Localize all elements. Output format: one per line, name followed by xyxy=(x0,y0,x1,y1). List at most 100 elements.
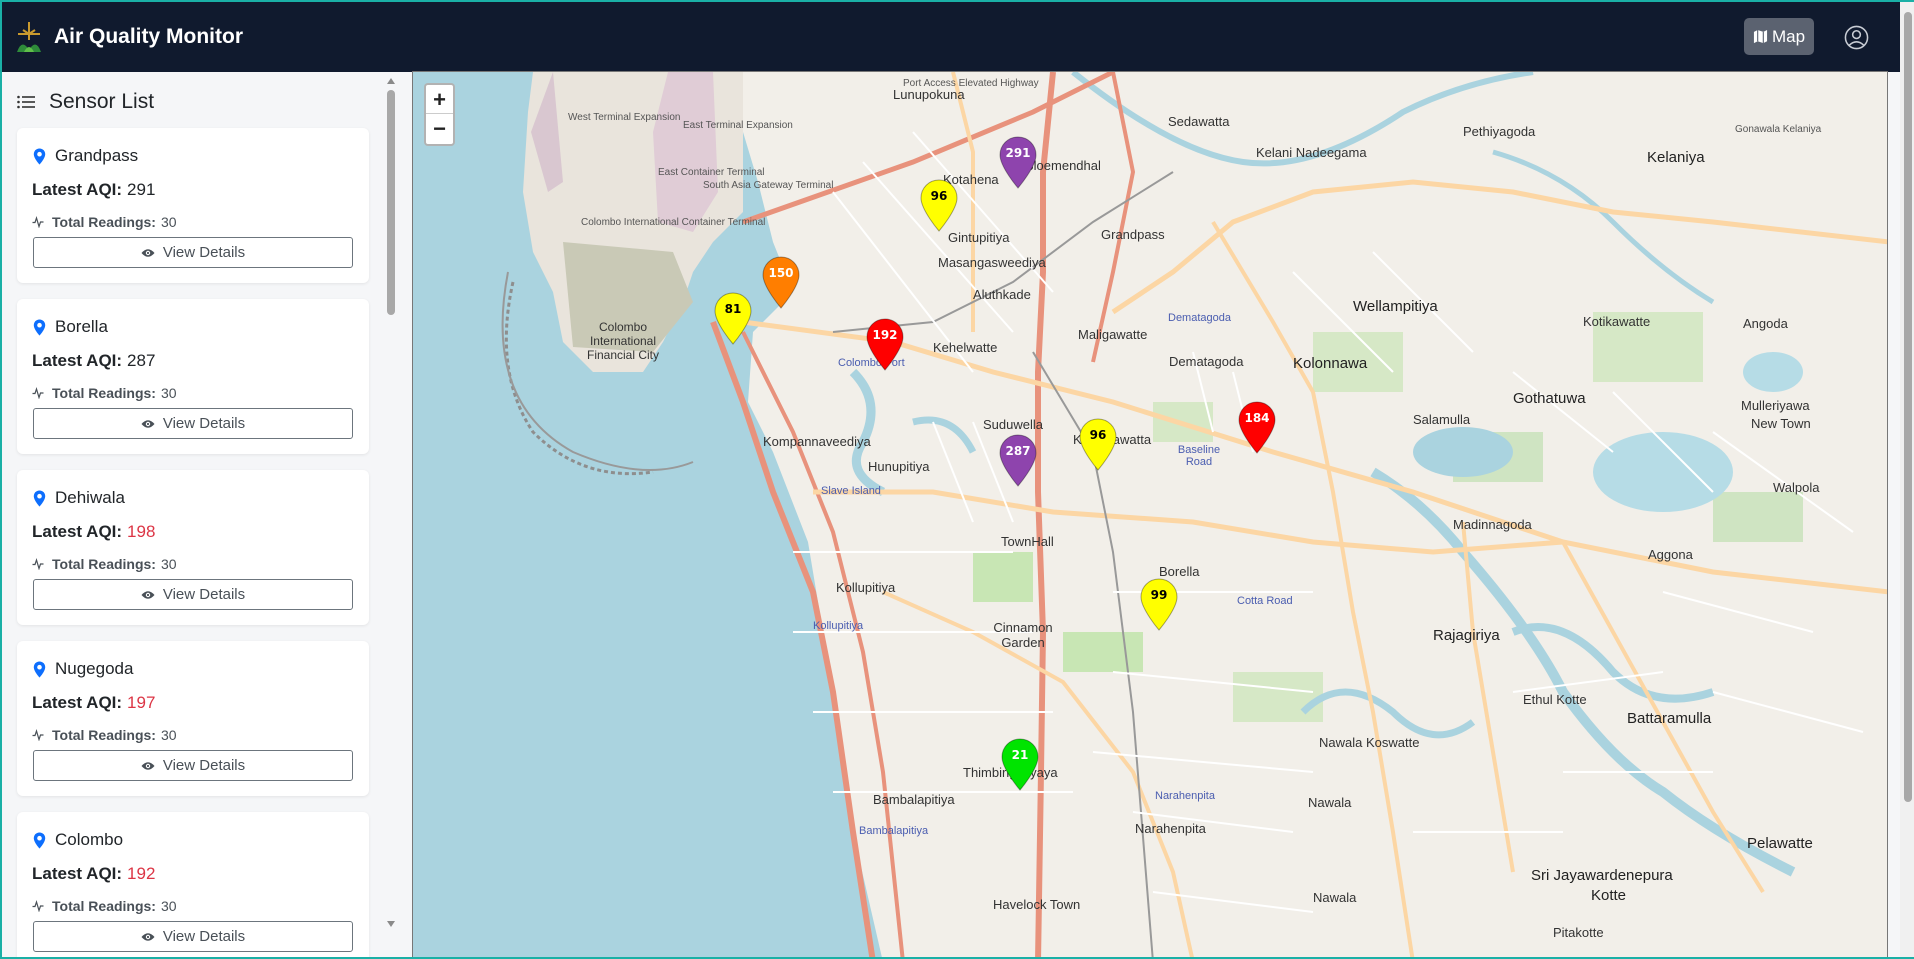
map-label: Kompannaveediya xyxy=(763,434,871,449)
page-scrollbar-thumb[interactable] xyxy=(1904,12,1912,802)
map-label: Sri Jayawardenepura xyxy=(1531,867,1673,884)
map-pin-icon xyxy=(1238,401,1276,454)
aqi-map-marker[interactable]: 99 xyxy=(1139,577,1179,632)
map-pin-icon xyxy=(999,136,1037,189)
total-readings-row: Total Readings: 30 xyxy=(32,727,177,743)
total-readings-label: Total Readings: xyxy=(52,385,156,401)
aqi-map-marker[interactable]: 150 xyxy=(761,255,801,310)
view-details-label: View Details xyxy=(162,928,246,945)
total-readings-label: Total Readings: xyxy=(52,898,156,914)
map-label: Battaramulla xyxy=(1627,710,1712,727)
aqi-map-marker[interactable]: 287 xyxy=(998,433,1038,488)
map-label: TownHall xyxy=(1001,534,1054,549)
top-navbar: Air Quality Monitor Map xyxy=(2,2,1900,72)
scroll-up-arrow-icon[interactable] xyxy=(387,78,395,84)
sensor-name: Nugegoda xyxy=(55,659,134,678)
view-details-button[interactable]: View Details xyxy=(33,408,353,439)
map-label: Aggona xyxy=(1648,547,1693,562)
zoom-control: + − xyxy=(424,83,455,146)
marker-aqi-value: 150 xyxy=(768,266,794,280)
page-scrollbar[interactable] xyxy=(1900,2,1914,957)
map-label: Bambalapitiya xyxy=(859,825,929,837)
aqi-map-marker[interactable]: 96 xyxy=(919,178,959,233)
map-label: Salamulla xyxy=(1413,412,1471,427)
map-label: Kehelwatte xyxy=(933,340,998,355)
latest-aqi-row: Latest AQI: 192 xyxy=(32,864,155,884)
map-pin-icon xyxy=(999,434,1037,487)
sensor-name: Dehiwala xyxy=(55,488,125,507)
aqi-map-marker[interactable]: 96 xyxy=(1078,417,1118,472)
view-details-label: View Details xyxy=(162,586,246,603)
map-nav-button[interactable]: Map xyxy=(1744,18,1814,55)
activity-icon xyxy=(32,900,44,912)
marker-aqi-value: 192 xyxy=(872,328,898,342)
view-details-button[interactable]: View Details xyxy=(33,750,353,781)
map-label: Kollupitiya xyxy=(813,620,864,632)
map-label: West Terminal Expansion xyxy=(568,112,681,123)
map-label: Aluthkade xyxy=(973,287,1031,302)
total-readings-value: 30 xyxy=(160,898,177,914)
sensor-location: Grandpass xyxy=(33,146,138,166)
location-pin-icon xyxy=(33,490,46,506)
brand[interactable]: Air Quality Monitor xyxy=(14,20,243,54)
sensor-card[interactable]: Dehiwala Latest AQI: 198 Total Readings: 30 V… xyxy=(17,470,369,625)
marker-aqi-value: 291 xyxy=(1005,146,1031,160)
map-pin-icon xyxy=(714,292,752,345)
total-readings-row: Total Readings: 30 xyxy=(32,898,177,914)
aqi-map-marker[interactable]: 21 xyxy=(1000,737,1040,792)
aqi-map-marker[interactable]: 192 xyxy=(865,317,905,372)
sidebar-scrollbar[interactable] xyxy=(384,72,398,931)
zoom-in-button[interactable]: + xyxy=(426,85,453,114)
eye-icon xyxy=(141,932,155,941)
view-details-button[interactable]: View Details xyxy=(33,237,353,268)
sidebar-title: Sensor List xyxy=(49,90,155,113)
map-label: Bambalapitiya xyxy=(873,792,955,807)
map-label: New Town xyxy=(1751,416,1811,431)
total-readings-value: 30 xyxy=(160,385,177,401)
sensor-location: Dehiwala xyxy=(33,488,125,508)
sensor-list-sidebar: Sensor List Grandpass Latest AQI: 291 Total… xyxy=(2,72,406,957)
location-pin-icon xyxy=(33,319,46,335)
app-logo-icon xyxy=(17,22,41,52)
map-label: Nawala Koswatte xyxy=(1319,735,1420,750)
aqi-map-marker[interactable]: 184 xyxy=(1237,400,1277,455)
map-pin-icon xyxy=(1001,738,1039,791)
map-label: Walpola xyxy=(1773,480,1820,495)
view-details-button[interactable]: View Details xyxy=(33,921,353,952)
map-nav-label: Map xyxy=(1771,26,1806,46)
marker-aqi-value: 21 xyxy=(1011,748,1029,762)
map-label: Maligawatte xyxy=(1078,327,1148,342)
sensor-location: Nugegoda xyxy=(33,659,133,679)
aqi-map-marker[interactable]: 81 xyxy=(713,291,753,346)
map-label: Nawala xyxy=(1313,890,1357,905)
map-label: Hunupitiya xyxy=(868,459,930,474)
scrollbar-thumb[interactable] xyxy=(387,90,395,315)
map-view[interactable]: West Terminal Expansion East Terminal Ex… xyxy=(412,71,1888,957)
map-label: Gothatuwa xyxy=(1513,390,1586,407)
latest-aqi-label: Latest AQI: xyxy=(32,351,123,370)
sensor-card[interactable]: Grandpass Latest AQI: 291 Total Readings: 30… xyxy=(17,128,369,283)
scroll-down-arrow-icon[interactable] xyxy=(387,921,395,927)
map-label: Colombo International Financial City xyxy=(586,320,660,362)
total-readings-row: Total Readings: 30 xyxy=(32,385,177,401)
view-details-button[interactable]: View Details xyxy=(33,579,353,610)
user-account-icon[interactable] xyxy=(1844,25,1869,50)
sensor-name: Colombo xyxy=(55,830,124,849)
map-label: Kotte xyxy=(1591,887,1627,904)
map-label: Madinnagoda xyxy=(1453,517,1532,532)
zoom-out-button[interactable]: − xyxy=(426,114,453,143)
activity-icon xyxy=(32,216,44,228)
sensor-card[interactable]: Colombo Latest AQI: 192 Total Readings: 30 Vi… xyxy=(17,812,369,957)
map-label: Mulleriyawa xyxy=(1741,398,1810,413)
sensor-card[interactable]: Nugegoda Latest AQI: 197 Total Readings: 30 V… xyxy=(17,641,369,796)
app-title: Air Quality Monitor xyxy=(54,25,243,48)
map-label: Kelani Nadeegama xyxy=(1256,145,1367,160)
aqi-map-marker[interactable]: 291 xyxy=(998,135,1038,190)
sensor-card[interactable]: Borella Latest AQI: 287 Total Readings: 30 Vi… xyxy=(17,299,369,454)
total-readings-label: Total Readings: xyxy=(52,556,156,572)
map-pin-icon xyxy=(920,179,958,232)
total-readings-value: 30 xyxy=(160,727,177,743)
map-label: Masangasweediya xyxy=(938,255,1046,270)
map-pin-icon xyxy=(1140,578,1178,631)
map-label: Pethiyagoda xyxy=(1463,124,1536,139)
